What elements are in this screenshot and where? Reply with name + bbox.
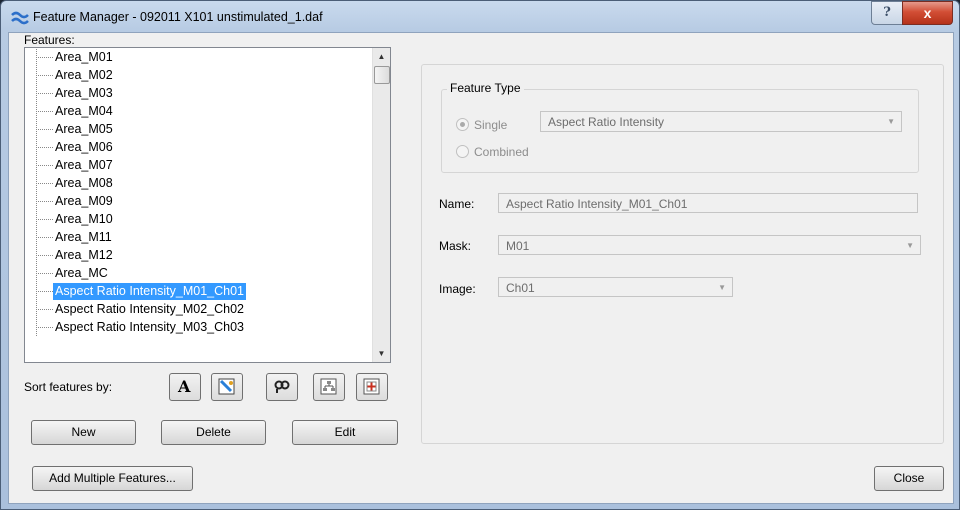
tree-scrollbar[interactable]: ▲ ▼: [372, 48, 390, 362]
help-button[interactable]: ?: [871, 1, 903, 25]
tree-connector: [36, 57, 53, 58]
tree-item-label: Aspect Ratio Intensity_M03_Ch03: [55, 320, 244, 334]
app-icon: [11, 11, 29, 25]
tree-connector: [36, 237, 53, 238]
tree-connector: [36, 201, 53, 202]
tree-item-label: Area_M05: [55, 122, 113, 136]
sort-category-button[interactable]: [211, 373, 243, 401]
tree-connector: [36, 147, 53, 148]
tree-connector: [36, 291, 53, 292]
tree-connector: [36, 327, 53, 328]
tree-connector: [36, 129, 53, 130]
feature-type-value: Aspect Ratio Intensity: [548, 115, 665, 129]
tree-connector: [36, 93, 53, 94]
tree-item-label: Area_M08: [55, 176, 113, 190]
title-bar[interactable]: Feature Manager - 092011 X101 unstimulat…: [1, 1, 959, 33]
tree-item-label: Area_M06: [55, 140, 113, 154]
sort-add-button[interactable]: [356, 373, 388, 401]
add-multiple-features-button[interactable]: Add Multiple Features...: [32, 466, 193, 491]
sort-features-label: Sort features by:: [24, 380, 113, 394]
tree-item-label: Area_M07: [55, 158, 113, 172]
tree-item-label: Area_M09: [55, 194, 113, 208]
chevron-down-icon: ▼: [906, 241, 914, 250]
single-radio-label: Single: [474, 118, 508, 132]
link-icon: [274, 380, 290, 393]
image-label: Image:: [439, 282, 476, 296]
tree-connector: [36, 219, 53, 220]
sort-tree-button[interactable]: [313, 373, 345, 401]
name-value: Aspect Ratio Intensity_M01_Ch01: [506, 197, 688, 211]
category-icon: [218, 378, 235, 395]
tree-item-label: Area_MC: [55, 266, 108, 280]
alphabetical-icon: A: [178, 377, 191, 396]
close-button[interactable]: Close: [874, 466, 944, 491]
image-value: Ch01: [506, 281, 535, 295]
combined-radio-label: Combined: [474, 145, 529, 159]
tree-connector: [36, 183, 53, 184]
window-title: Feature Manager - 092011 X101 unstimulat…: [33, 10, 323, 24]
image-select[interactable]: Ch01 ▼: [498, 277, 733, 297]
tree-item-label: Area_M03: [55, 86, 113, 100]
feature-type-title: Feature Type: [447, 81, 524, 95]
tree-item-label: Area_M01: [55, 50, 113, 64]
tree-connector: [36, 75, 53, 76]
single-radio[interactable]: [456, 118, 469, 131]
features-tree[interactable]: Area_M01 Area_M02 Area_M03 Area_M04 Area_M05…: [24, 47, 391, 363]
chevron-down-icon: ▼: [887, 117, 895, 126]
close-icon: x: [923, 5, 932, 21]
tree-connector: [36, 165, 53, 166]
tree-item-label: Area_M11: [55, 230, 112, 244]
tree-item-label: Area_M12: [55, 248, 113, 262]
mask-label: Mask:: [439, 239, 472, 253]
scroll-down-arrow-icon[interactable]: ▼: [373, 345, 390, 362]
tree-connector: [36, 273, 53, 274]
tree-connector: [36, 309, 53, 310]
add-icon: [363, 378, 380, 395]
scroll-thumb[interactable]: [374, 66, 390, 84]
tree-item-label: Area_M02: [55, 68, 113, 82]
tree-icon: [320, 378, 337, 395]
window-close-button[interactable]: x: [902, 1, 953, 25]
tree-connector: [36, 255, 53, 256]
combined-radio[interactable]: [456, 145, 469, 158]
mask-value: M01: [506, 239, 530, 253]
tree-item-label: Aspect Ratio Intensity_M01_Ch01: [53, 283, 246, 300]
chevron-down-icon: ▼: [718, 283, 726, 292]
tree-item-label: Area_M10: [55, 212, 113, 226]
edit-button[interactable]: Edit: [292, 420, 398, 445]
sort-link-button[interactable]: [266, 373, 298, 401]
name-label: Name:: [439, 197, 475, 211]
new-button[interactable]: New: [31, 420, 136, 445]
scroll-up-arrow-icon[interactable]: ▲: [373, 48, 390, 65]
features-label: Features:: [24, 33, 75, 47]
tree-item-label: Aspect Ratio Intensity_M02_Ch02: [55, 302, 244, 316]
mask-select[interactable]: M01 ▼: [498, 235, 921, 255]
tree-connector: [36, 111, 53, 112]
feature-type-select[interactable]: Aspect Ratio Intensity ▼: [540, 111, 902, 132]
sort-alphabetical-button[interactable]: A: [169, 373, 201, 401]
help-icon: ?: [883, 5, 891, 20]
tree-item-label: Area_M04: [55, 104, 113, 118]
delete-button[interactable]: Delete: [161, 420, 266, 445]
name-field[interactable]: Aspect Ratio Intensity_M01_Ch01: [498, 193, 918, 213]
